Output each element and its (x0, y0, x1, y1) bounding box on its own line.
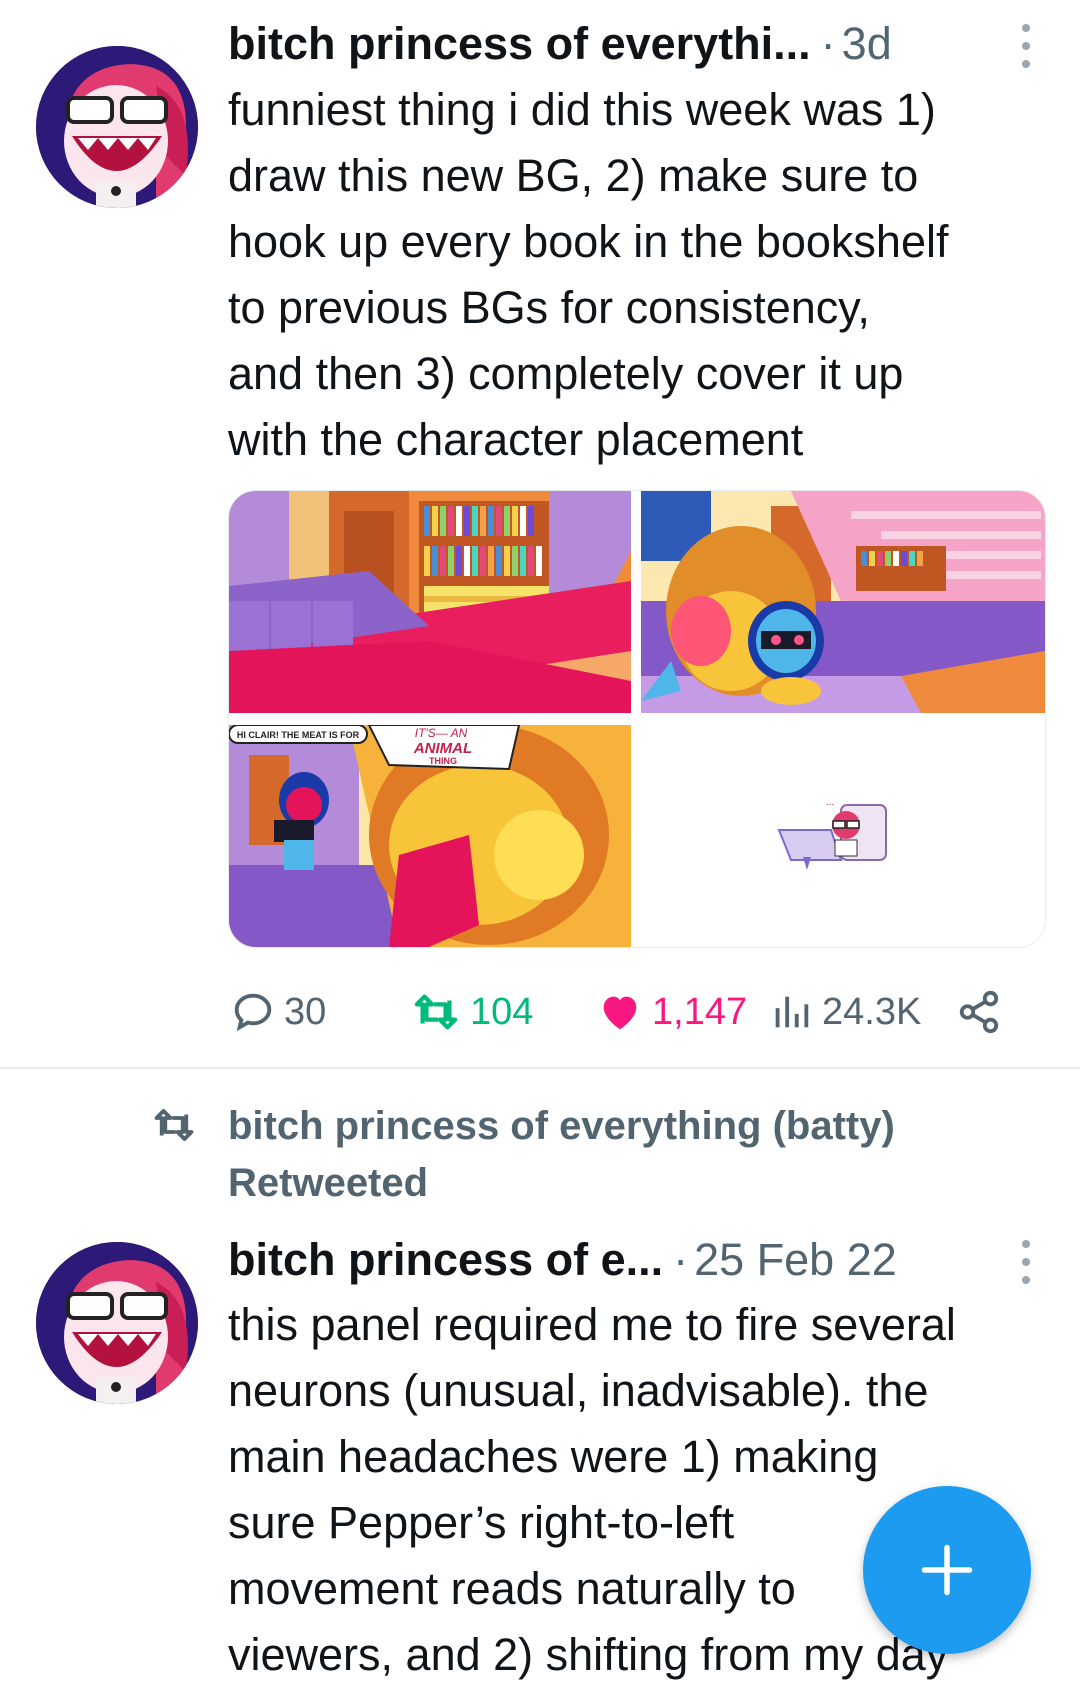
tweet-text-line: funniest thing i did this week was 1) (228, 84, 936, 135)
retweet-banner-text: bitch princess of everything (batty) Ret… (228, 1098, 1008, 1212)
plus-icon (921, 1544, 973, 1596)
comic-speech-3: ANIMAL (413, 740, 472, 757)
comic-speech-4: THING (429, 756, 457, 766)
tweet-text-line: and then 3) completely cover it up (228, 348, 904, 399)
more-options-icon[interactable] (1016, 18, 1036, 74)
retweet-icon (414, 994, 458, 1030)
comic-speech-2: IT'S— AN (415, 726, 468, 740)
share-button[interactable] (956, 982, 1010, 1042)
reply-icon (234, 993, 272, 1032)
tweet-text-line: to previous BGs for consistency, (228, 282, 870, 333)
author-avatar[interactable] (36, 46, 198, 208)
reply-button[interactable]: 30 (230, 982, 326, 1042)
tweet-header: bitch princess of everythi... · 3d (228, 14, 1020, 74)
like-button[interactable]: 1,147 (596, 982, 747, 1042)
more-options-icon[interactable] (1016, 1234, 1036, 1290)
header-separator: · (673, 1234, 689, 1285)
media-image-3[interactable]: HI CLAIR! THE MEAT IS FOR IT'S— AN ANIMA… (229, 725, 631, 947)
comic-speech-1: HI CLAIR! THE MEAT IS FOR (237, 730, 360, 740)
author-name[interactable]: bitch princess of everythi... (228, 18, 811, 70)
tweet-text-line: this panel required me to fire several (228, 1299, 956, 1350)
author-avatar[interactable] (36, 1242, 198, 1404)
retweeted-by-name[interactable]: bitch princess of everything (batty) (228, 1098, 1008, 1155)
tweet-actions: 30 104 1,147 24.3K (228, 982, 1018, 1042)
like-count: 1,147 (652, 990, 748, 1033)
tweet-text-line: draw this new BG, 2) make sure to (228, 150, 919, 201)
share-icon (959, 990, 999, 1034)
heart-filled-icon (603, 996, 637, 1030)
tweet-text-line: with the character placement (228, 414, 804, 465)
retweet-button[interactable]: 104 (410, 982, 533, 1042)
comic-ellipsis: ... (826, 797, 834, 808)
media-image-1[interactable] (229, 491, 631, 713)
tweet-text-line: hook up every book in the bookshelf (228, 216, 949, 267)
tweet-timestamp[interactable]: 25 Feb 22 (694, 1234, 897, 1286)
author-name[interactable]: bitch princess of e... (228, 1234, 663, 1286)
tweet-text-line: main headaches were 1) making (228, 1431, 879, 1482)
media-image-4[interactable]: ... (641, 725, 1045, 947)
tweet-text-line: neurons (unusual, inadvisable). the (228, 1365, 929, 1416)
retweet-icon (154, 1109, 194, 1141)
media-grid: HI CLAIR! THE MEAT IS FOR IT'S— AN ANIMA… (228, 490, 1046, 948)
header-separator: · (820, 18, 836, 69)
retweet-count: 104 (470, 990, 534, 1033)
tweet-text: funniest thing i did this week was 1) dr… (228, 77, 1048, 473)
reply-count: 30 (284, 990, 327, 1033)
views-count: 24.3K (822, 990, 922, 1033)
tweet-header: bitch princess of e... · 25 Feb 22 (228, 1230, 1020, 1290)
views-chart-icon (775, 996, 809, 1028)
views-button[interactable]: 24.3K (768, 982, 921, 1042)
tweet-divider (0, 1067, 1080, 1069)
tweet-timestamp[interactable]: 3d (842, 18, 892, 70)
retweeted-label: Retweeted (228, 1161, 429, 1205)
media-image-2[interactable] (641, 491, 1045, 713)
compose-button[interactable] (863, 1486, 1031, 1654)
